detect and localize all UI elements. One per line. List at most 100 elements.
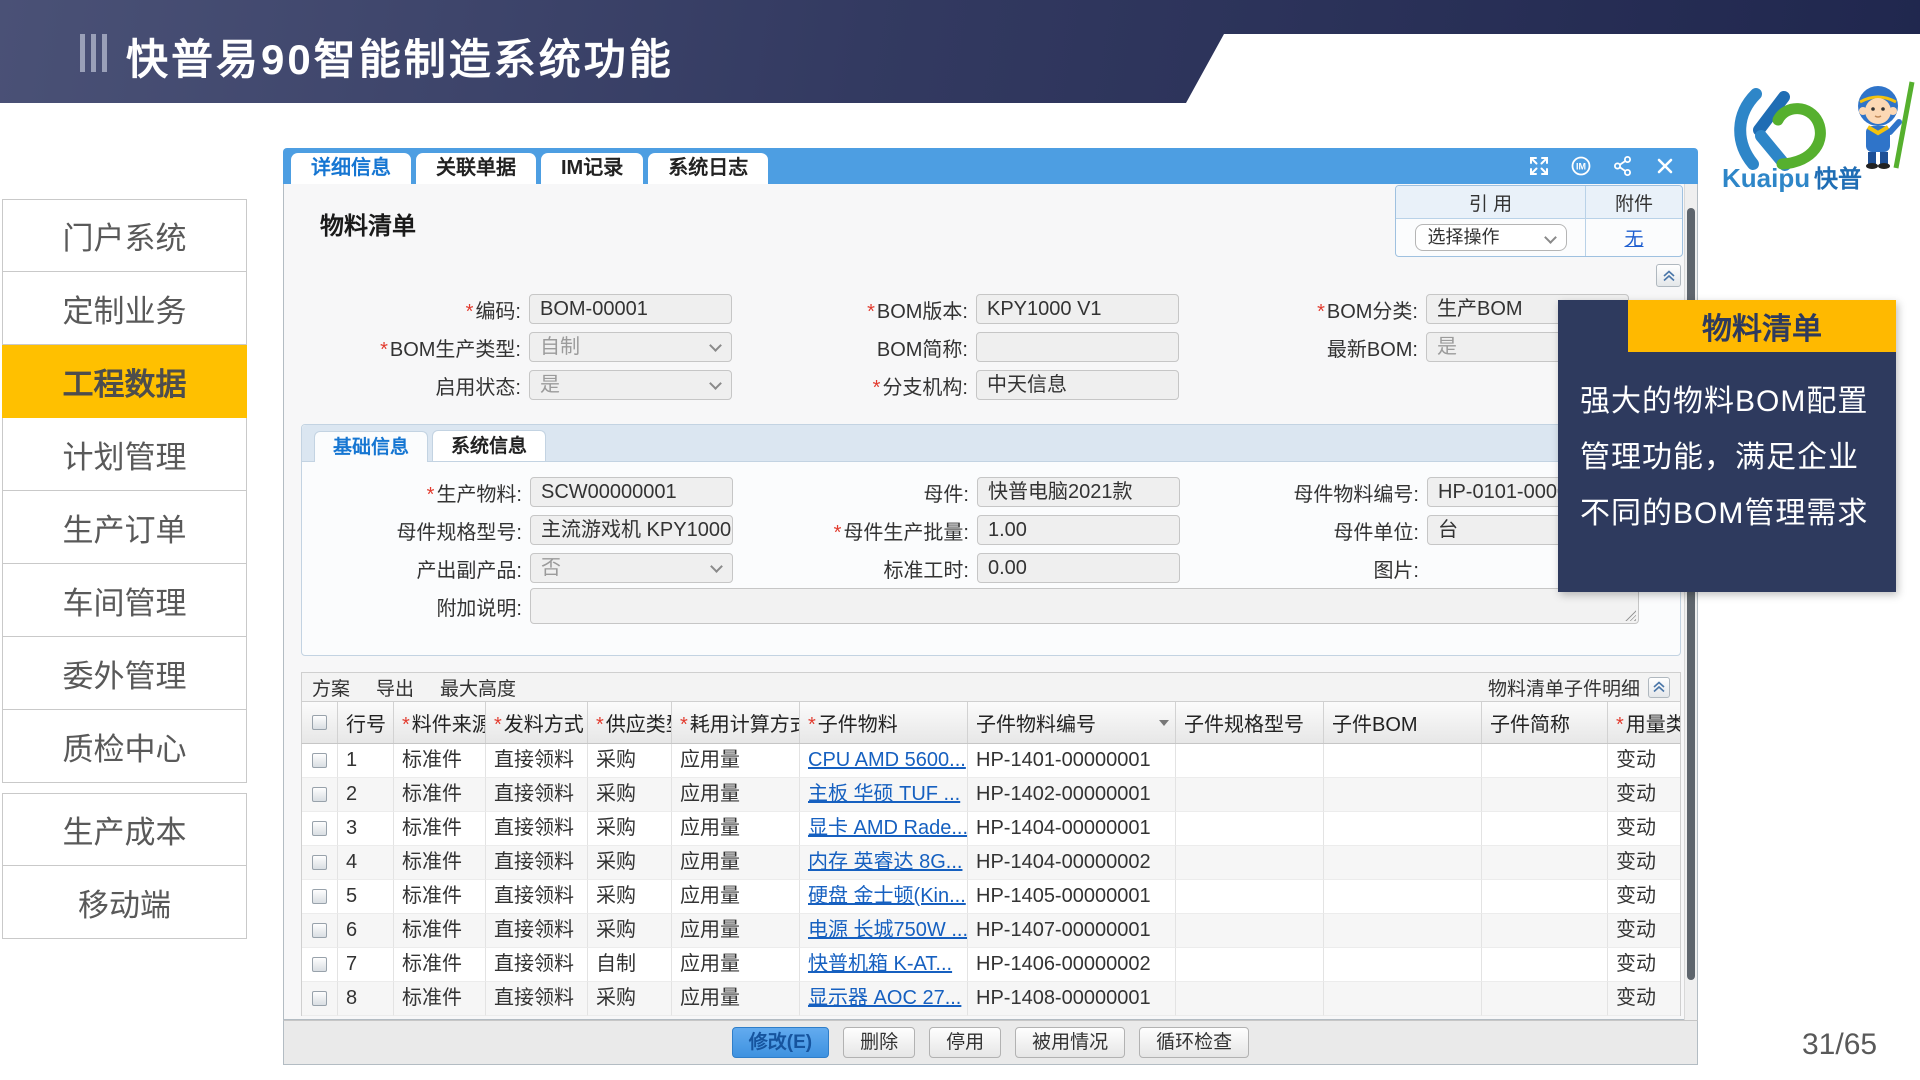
column-header-code[interactable]: 子件物料编号 [968, 702, 1176, 743]
window-tabs: 详细信息关联单据IM记录系统日志 [291, 153, 773, 184]
column-header-source[interactable]: 料件来源 [394, 702, 486, 743]
collapse-grid-button[interactable] [1648, 677, 1670, 698]
footer-button[interactable]: 停用 [929, 1027, 1001, 1058]
sidebar-item[interactable]: 生产成本 [2, 793, 247, 866]
cell-calc: 应用量 [672, 778, 800, 812]
sidebar-item[interactable]: 门户系统 [2, 199, 247, 272]
field-input[interactable] [530, 588, 1639, 624]
cell-supply: 采购 [588, 812, 672, 846]
window-tab[interactable]: 关联单据 [416, 153, 536, 184]
expand-icon[interactable] [1528, 155, 1550, 177]
field-select[interactable]: 否 [530, 553, 733, 583]
sidebar-item[interactable]: 质检中心 [2, 710, 247, 783]
row-checkbox[interactable] [312, 753, 327, 768]
cell-spec [1176, 914, 1324, 948]
field-label: 最新BOM: [1208, 333, 1426, 362]
row-checkbox[interactable] [312, 787, 327, 802]
column-header-item[interactable]: 子件物料 [800, 702, 968, 743]
column-label: 供应类型 [596, 708, 672, 737]
sidebar-item[interactable]: 定制业务 [2, 272, 247, 345]
cell-check [302, 948, 338, 982]
cell-item: 电源 长城750W ... [800, 914, 968, 948]
sidebar-item[interactable]: 计划管理 [2, 418, 247, 491]
footer-button[interactable]: 修改(E) [732, 1027, 829, 1058]
grid-toolbar-link[interactable]: 最大高度 [440, 674, 516, 701]
cell-issue: 直接领料 [486, 812, 588, 846]
row-checkbox[interactable] [312, 821, 327, 836]
row-checkbox[interactable] [312, 991, 327, 1006]
cell-code: HP-1407-00000001 [968, 914, 1176, 948]
row-checkbox[interactable] [312, 855, 327, 870]
component-grid: 方案导出最大高度 物料清单子件明细 行号料件来源发料方式供应类型耗用计算方式子件… [301, 672, 1681, 1018]
grid-toolbar-link[interactable]: 方案 [312, 674, 350, 701]
field-input[interactable]: 0.00 [977, 553, 1180, 583]
table-row: 2标准件直接领料采购应用量主板 华硕 TUF ...HP-1402-000000… [301, 778, 1681, 812]
subitem-link[interactable]: 主板 华硕 TUF ... [808, 783, 960, 805]
field-label: 母件: [759, 478, 977, 507]
detail-form: 生产物料:SCW00000001母件:快普电脑2021款母件物料编号:HP-01… [302, 425, 1680, 655]
column-header-bom[interactable]: 子件BOM [1324, 702, 1482, 743]
page-indicator: 31/65 [1802, 1028, 1877, 1062]
field-input[interactable]: 快普电脑2021款 [977, 477, 1180, 507]
close-icon[interactable] [1654, 155, 1676, 177]
window-tab[interactable]: IM记录 [541, 153, 643, 184]
field-input[interactable] [976, 332, 1179, 362]
subitem-link[interactable]: CPU AMD 5600... [808, 749, 966, 771]
table-row: 1标准件直接领料采购应用量CPU AMD 5600...HP-1401-0000… [301, 744, 1681, 778]
header-bars-icon [80, 34, 107, 72]
field-label: BOM简称: [758, 333, 976, 362]
column-label: 用量类型 [1616, 708, 1681, 737]
cell-spec [1176, 846, 1324, 880]
column-header-check[interactable] [302, 702, 338, 743]
footer-button[interactable]: 删除 [843, 1027, 915, 1058]
subitem-link[interactable]: 内存 英睿达 8G... [808, 851, 962, 873]
field-select[interactable]: 自制 [529, 332, 732, 362]
cell-short [1482, 948, 1608, 982]
cell-issue: 直接领料 [486, 744, 588, 778]
column-header-calc[interactable]: 耗用计算方式 [672, 702, 800, 743]
grid-toolbar-link[interactable]: 导出 [376, 674, 414, 701]
window-tab[interactable]: 详细信息 [291, 153, 411, 184]
filter-dropdown-icon[interactable] [1159, 720, 1169, 726]
field-input[interactable]: 主流游戏机 KPY1000 [530, 515, 733, 545]
sidebar-item[interactable]: 生产订单 [2, 491, 247, 564]
share-icon[interactable] [1612, 155, 1634, 177]
cell-bom [1324, 846, 1482, 880]
column-header-num[interactable]: 行号 [338, 702, 394, 743]
subitem-link[interactable]: 电源 长城750W ... [808, 919, 968, 941]
row-checkbox[interactable] [312, 889, 327, 904]
subitem-link[interactable]: 显示器 AOC 27... [808, 987, 961, 1009]
sidebar-item[interactable]: 工程数据 [2, 345, 247, 418]
form-field: 附加说明: [312, 591, 1639, 621]
field-select[interactable]: 是 [529, 370, 732, 400]
cell-check [302, 846, 338, 880]
subitem-link[interactable]: 快普机箱 K-AT... [808, 953, 952, 975]
row-checkbox[interactable] [312, 923, 327, 938]
field-input[interactable]: 1.00 [977, 515, 1180, 545]
column-header-short[interactable]: 子件简称 [1482, 702, 1608, 743]
subitem-link[interactable]: 显卡 AMD Rade... [808, 817, 968, 839]
subitem-link[interactable]: 硬盘 金士顿(Kin... [808, 885, 966, 907]
row-checkbox[interactable] [312, 957, 327, 972]
sidebar-item[interactable]: 委外管理 [2, 637, 247, 710]
column-header-usage[interactable]: 用量类型 [1608, 702, 1681, 743]
sidebar-item[interactable]: 车间管理 [2, 564, 247, 637]
cell-supply: 自制 [588, 948, 672, 982]
window-tab[interactable]: 系统日志 [648, 153, 768, 184]
field-input[interactable]: SCW00000001 [530, 477, 733, 507]
cell-item: 快普机箱 K-AT... [800, 948, 968, 982]
kuaipu-logo: Kuaipu 快普 [1722, 80, 1918, 192]
sidebar-item[interactable]: 移动端 [2, 866, 247, 939]
column-header-supply[interactable]: 供应类型 [588, 702, 672, 743]
select-all-checkbox[interactable] [312, 715, 327, 730]
footer-button[interactable]: 循环检查 [1139, 1027, 1249, 1058]
column-header-issue[interactable]: 发料方式 [486, 702, 588, 743]
field-input[interactable]: BOM-00001 [529, 294, 732, 324]
footer-button[interactable]: 被用情况 [1015, 1027, 1125, 1058]
cell-num: 7 [338, 948, 394, 982]
cell-issue: 直接领料 [486, 982, 588, 1016]
im-icon[interactable]: IM [1570, 155, 1592, 177]
column-header-spec[interactable]: 子件规格型号 [1176, 702, 1324, 743]
field-input[interactable]: KPY1000 V1 [976, 294, 1179, 324]
field-input[interactable]: 中天信息 [976, 370, 1179, 400]
